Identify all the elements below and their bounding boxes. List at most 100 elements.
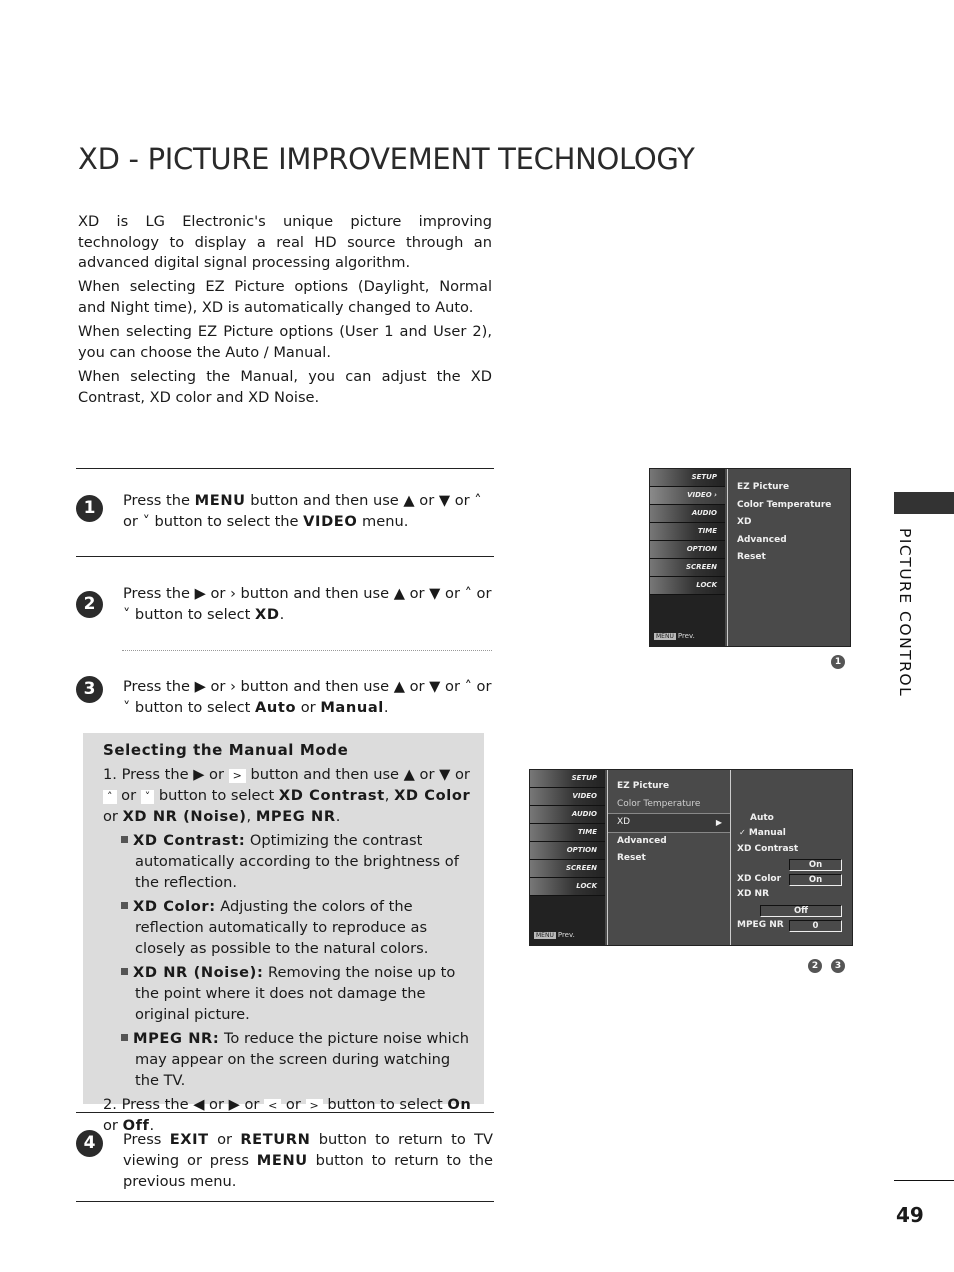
step-1-text: Press the MENU button and then use ▲ or … bbox=[123, 490, 493, 532]
text: Press the bbox=[123, 492, 195, 509]
bullet-mpeg-nr: MPEG NR: To reduce the picture noise whi… bbox=[121, 1028, 473, 1091]
arrow-right-icon: ▶ bbox=[715, 818, 722, 827]
step-number-3: 3 bbox=[76, 676, 103, 703]
intro-paragraph: When selecting the Manual, you can adjus… bbox=[78, 368, 492, 406]
intro-paragraph: When selecting EZ Picture options (Dayli… bbox=[78, 278, 492, 316]
step-3-text: Press the ▶ or › button and then use ▲ o… bbox=[123, 676, 493, 718]
text: , bbox=[246, 808, 256, 825]
manual-mode-box: Selecting the Manual Mode 1. Press the ▶… bbox=[83, 733, 484, 1134]
dotted-divider bbox=[122, 650, 492, 651]
footer-divider bbox=[894, 1180, 954, 1181]
xd-color-value: On bbox=[789, 874, 842, 886]
tv-sidebar-item: AUDIO bbox=[530, 806, 605, 824]
text: Press bbox=[123, 1131, 170, 1148]
page-number: 49 bbox=[896, 1203, 924, 1227]
tv-sidebar-item: SCREEN bbox=[650, 559, 725, 577]
xd-contrast-label: XD Contrast bbox=[737, 844, 799, 854]
xd-nr-label: XD NR bbox=[737, 889, 770, 899]
tv-sidebar-item: VIDEO bbox=[530, 788, 605, 806]
right-key-glyph: > bbox=[305, 1099, 323, 1113]
intro-paragraph: When selecting EZ Picture options (User … bbox=[78, 323, 492, 361]
text: . bbox=[279, 606, 285, 623]
step-number-1: 1 bbox=[76, 495, 103, 522]
manual-step-1: 1. Press the ▶ or > button and then use … bbox=[103, 764, 473, 827]
menu-item-selected: XD ▶ bbox=[608, 813, 730, 833]
tv-sidebar-item: TIME bbox=[650, 523, 725, 541]
key-auto: Auto bbox=[255, 699, 297, 716]
mpeg-nr-label: MPEG NR bbox=[737, 920, 784, 930]
tv-video-menu: EZ Picture Color Temperature XD Advanced… bbox=[727, 469, 850, 646]
right-key-glyph: > bbox=[228, 769, 246, 783]
text: or bbox=[116, 787, 141, 804]
menu-item: Color Temperature bbox=[617, 798, 701, 809]
manual-mode-heading: Selecting the Manual Mode bbox=[103, 741, 349, 759]
bullet-square-icon bbox=[121, 902, 128, 909]
step-2-text: Press the ▶ or › button and then use ▲ o… bbox=[123, 583, 493, 625]
key-return: RETURN bbox=[240, 1131, 311, 1148]
bullet-xd-nr: XD NR (Noise): Removing the noise up to … bbox=[121, 962, 473, 1025]
bullet-square-icon bbox=[121, 1034, 128, 1041]
xd-nr-value: Off bbox=[760, 905, 842, 917]
key-manual: Manual bbox=[320, 699, 384, 716]
figure-number: 2 bbox=[808, 959, 822, 973]
term: MPEG NR: bbox=[133, 1030, 220, 1047]
text: . bbox=[383, 699, 389, 716]
term: On bbox=[447, 1096, 472, 1113]
step-number-2: 2 bbox=[76, 591, 103, 618]
menu-item: Reset bbox=[617, 853, 646, 863]
text: 2. Press the ◀ or ▶ or bbox=[103, 1096, 265, 1113]
down-key-glyph: ˅ bbox=[140, 790, 155, 804]
term: XD Contrast bbox=[278, 787, 385, 804]
label: VIDEO bbox=[687, 491, 712, 499]
tv-screen-2: SETUP VIDEO AUDIO TIME OPTION SCREEN LOC… bbox=[529, 769, 853, 946]
prev-hint: MENU Prev. bbox=[654, 632, 695, 640]
text: or bbox=[103, 808, 123, 825]
menu-item: Reset bbox=[737, 552, 766, 562]
section-label: PICTURE CONTROL bbox=[896, 528, 914, 698]
step-number-4: 4 bbox=[76, 1130, 103, 1157]
tv-sidebar: SETUP VIDEO › AUDIO TIME OPTION SCREEN L… bbox=[650, 469, 725, 646]
text: button to select bbox=[322, 1096, 448, 1113]
menu-item: EZ Picture bbox=[737, 482, 790, 492]
tv-sidebar-item: SETUP bbox=[530, 770, 605, 788]
tv-sidebar-item: SCREEN bbox=[530, 860, 605, 878]
tv-sidebar-item: OPTION bbox=[530, 842, 605, 860]
section-tab bbox=[894, 492, 954, 514]
text: menu. bbox=[357, 513, 409, 530]
page-title: XD - PICTURE IMPROVEMENT TECHNOLOGY bbox=[78, 142, 695, 176]
step-4-text: Press EXIT or RETURN button to return to… bbox=[123, 1129, 493, 1192]
tv-sidebar-item: LOCK bbox=[650, 577, 725, 595]
tv-sidebar-item: SETUP bbox=[650, 469, 725, 487]
bullet-square-icon bbox=[121, 836, 128, 843]
label: Manual bbox=[748, 828, 786, 838]
key-xd: XD bbox=[255, 606, 280, 623]
term: MPEG NR bbox=[255, 808, 336, 825]
text: or bbox=[208, 1131, 241, 1148]
figure-number: 1 bbox=[831, 655, 845, 669]
tv-screen-1: SETUP VIDEO › AUDIO TIME OPTION SCREEN L… bbox=[649, 468, 851, 647]
menu-key-icon: MENU bbox=[534, 932, 556, 939]
menu-item: Color Temperature bbox=[737, 499, 832, 510]
option-manual: ✓ Manual bbox=[739, 828, 786, 838]
figure-number: 3 bbox=[831, 959, 845, 973]
divider bbox=[76, 1201, 494, 1202]
text: or bbox=[103, 1117, 123, 1134]
menu-item: XD bbox=[737, 517, 752, 527]
label: XD bbox=[617, 817, 631, 827]
key-menu: MENU bbox=[194, 492, 246, 509]
text: Press the ▶ or › button and then use ▲ o… bbox=[123, 585, 492, 623]
prev-hint: MENU Prev. bbox=[534, 931, 575, 939]
tv-sidebar-item: LOCK bbox=[530, 878, 605, 896]
text: 1. Press the ▶ or bbox=[103, 766, 229, 783]
key-exit: EXIT bbox=[169, 1131, 209, 1148]
intro-paragraph: XD is LG Electronic's unique picture imp… bbox=[78, 213, 492, 271]
menu-item: Advanced bbox=[737, 534, 787, 545]
term: XD Color: bbox=[133, 898, 216, 915]
key-menu: MENU bbox=[256, 1152, 308, 1169]
tv-sidebar-item: TIME bbox=[530, 824, 605, 842]
menu-key-icon: MENU bbox=[654, 633, 676, 640]
bullet-xd-color: XD Color: Adjusting the colors of the re… bbox=[121, 896, 473, 959]
tv-sidebar-item-selected: VIDEO › bbox=[650, 487, 725, 505]
xd-contrast-value: On bbox=[789, 859, 842, 871]
option-auto: Auto bbox=[750, 813, 774, 823]
